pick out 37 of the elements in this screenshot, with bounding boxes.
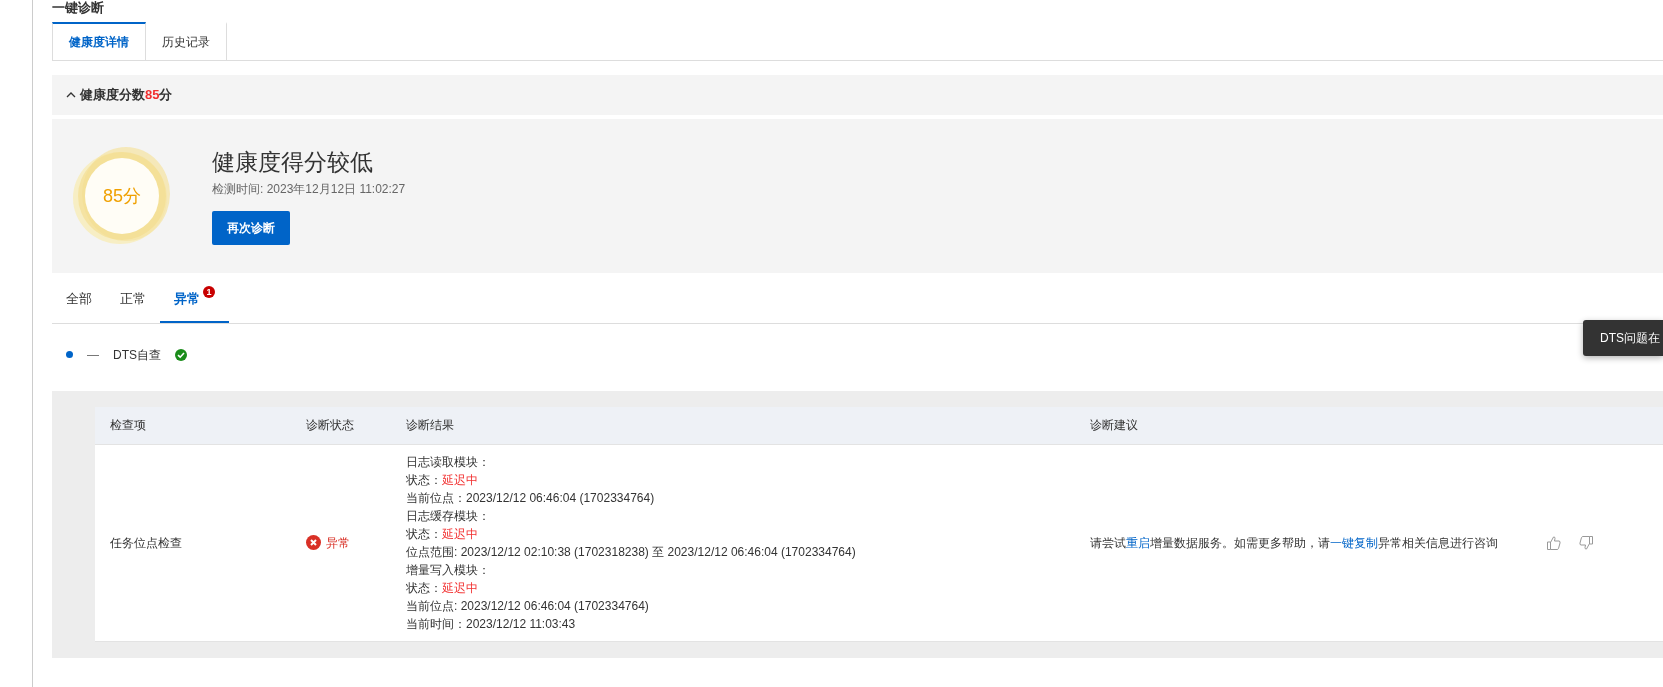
result-line: 日志缓存模块： [406,507,491,525]
result-line: 状态：延迟中 [406,471,479,489]
filter-tab[interactable]: 正常 [106,277,160,323]
filter-tab[interactable]: 全部 [52,277,106,323]
result-line: 当前位点: 2023/12/12 06:46:04 (1702334764) [406,597,650,615]
result-line: 位点范围: 2023/12/12 02:10:38 (1702318238) 至 2023/12/12 06:46:04 (1702334764) [406,543,857,561]
column-header: 诊断建议 [1090,417,1139,434]
page-title: 一键诊断 [52,0,105,16]
advice-link[interactable]: 重启 [1126,535,1150,550]
tab[interactable]: 健康度详情 [52,22,146,60]
tooltip: DTS问题在 [1583,320,1663,356]
bullet-dot [66,351,73,358]
group-name: DTS自查 [113,346,161,364]
health-verdict: 健康度得分较低 [212,147,374,176]
filter-tab[interactable]: 异常 1 [160,277,229,323]
thumbs-up-icon[interactable] [1546,534,1562,551]
table-cell-text: 任务位点检查 [109,534,183,552]
result-line: 增量写入模块： [406,561,491,579]
collapse-caret-icon[interactable] [66,90,76,100]
score-value: 85分 [103,184,141,208]
column-header: 诊断结果 [406,417,455,434]
result-line: 当前位点：2023/12/12 06:46:04 (1702334764) [406,489,656,507]
result-line: 日志读取模块： [406,453,491,471]
advice-link[interactable]: 一键复制 [1330,535,1378,550]
check-time: 检测时间: 2023年12月12日 11:02:27 [212,180,406,198]
count-badge: 1 [203,286,215,298]
status-text: 异常 [326,534,350,552]
collapse-toggle[interactable]: — [87,345,99,364]
result-line: 状态：延迟中 [406,579,479,597]
result-line: 状态：延迟中 [406,525,479,543]
advice-text: 请尝试重启增量数据服务。如需更多帮助，请一键复制异常相关信息进行咨询 [1090,534,1498,552]
result-line: 当前时间：2023/12/12 11:03:43 [406,615,577,633]
column-header: 诊断状态 [306,417,355,434]
thumbs-down-icon[interactable] [1578,534,1594,551]
health-score-heading: 健康度分数85分 [80,86,173,105]
rediagnose-button[interactable]: 再次诊断 [212,210,290,245]
column-header: 检查项 [109,417,147,434]
